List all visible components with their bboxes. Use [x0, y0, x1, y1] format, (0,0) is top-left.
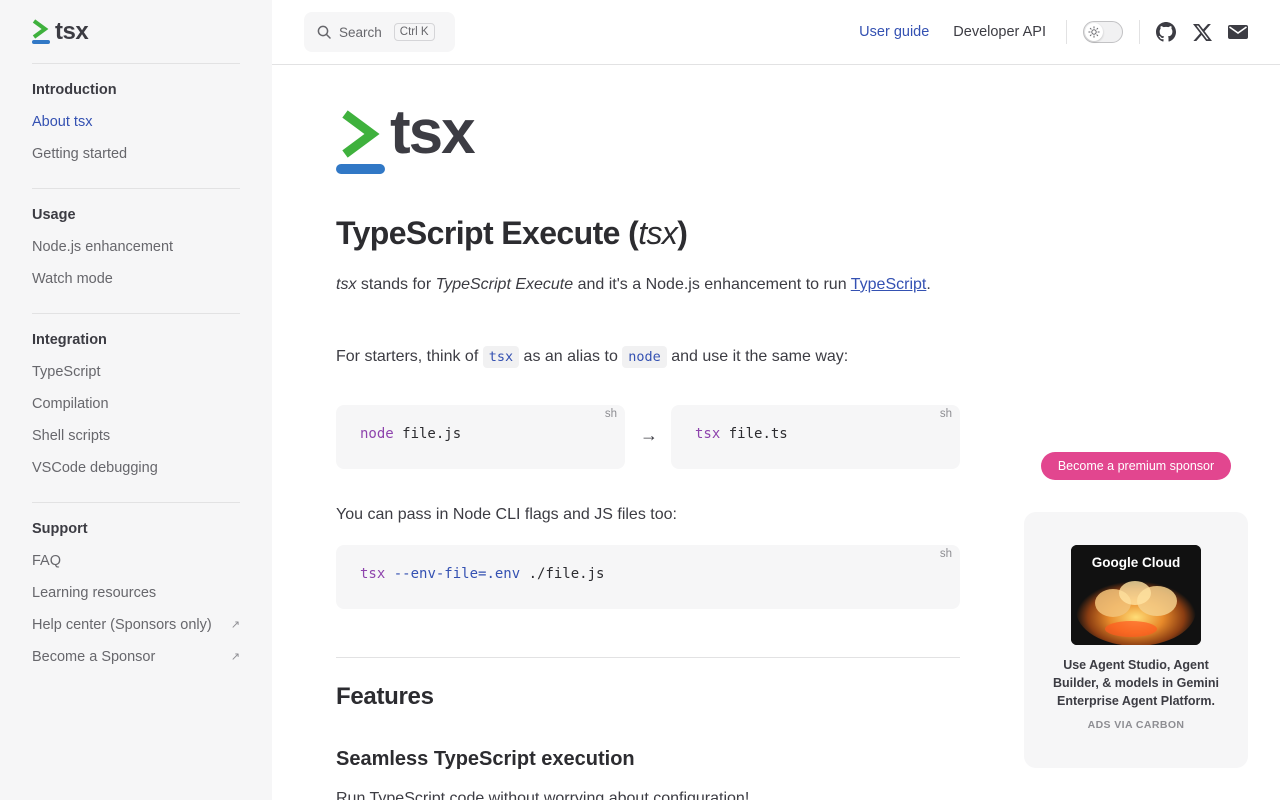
ad-image[interactable]: Google Cloud	[1071, 545, 1201, 645]
sidebar-item-faq[interactable]: FAQ	[32, 549, 240, 581]
nav-group-title: Usage	[32, 207, 76, 223]
typescript-link[interactable]: TypeScript	[851, 276, 927, 293]
inline-code-node: node	[622, 346, 667, 368]
code-block-node[interactable]: sh node file.js	[336, 405, 625, 469]
nav-developer-api[interactable]: Developer API	[953, 24, 1046, 40]
code-text: tsx --env-file=.env ./file.js	[360, 566, 605, 582]
search-button[interactable]: Search Ctrl K	[304, 12, 455, 52]
sidebar-item-shell-scripts[interactable]: Shell scripts	[32, 424, 240, 456]
sidebar-item-learning-resources[interactable]: Learning resources	[32, 581, 240, 613]
sidebar: tsx Introduction About tsx Getting start…	[0, 0, 272, 800]
search-icon	[317, 25, 331, 39]
nav-group-support: Support FAQ Learning resources Help cent…	[32, 503, 240, 691]
brand-wordmark: tsx	[55, 18, 89, 45]
search-shortcut: Ctrl K	[393, 23, 435, 41]
sidebar-nav: Introduction About tsx Getting started U…	[32, 64, 240, 691]
ad-brand: Google Cloud	[1091, 555, 1181, 570]
nav-group-title: Introduction	[32, 82, 117, 98]
code-lang-label: sh	[604, 408, 617, 420]
seamless-heading: Seamless TypeScript execution	[336, 748, 635, 770]
nav-group-usage: Usage Node.js enhancement Watch mode	[32, 189, 240, 314]
sidebar-item-watch-mode[interactable]: Watch mode	[32, 267, 240, 299]
nav-group-introduction: Introduction About tsx Getting started	[32, 64, 240, 189]
sun-icon	[1085, 23, 1103, 41]
alias-paragraph: For starters, think of tsx as an alias t…	[336, 343, 960, 371]
carbon-ad: Google Cloud Use Agent Studio, Agent Bui…	[1024, 512, 1248, 768]
sidebar-item-getting-started[interactable]: Getting started	[32, 142, 240, 174]
header-divider	[1066, 20, 1067, 44]
nav-user-guide[interactable]: User guide	[859, 24, 929, 40]
code-lang-label: sh	[939, 408, 952, 420]
premium-sponsor-button[interactable]: Become a premium sponsor	[1041, 452, 1231, 480]
header-divider	[1139, 20, 1140, 44]
sidebar-item-typescript[interactable]: TypeScript	[32, 360, 240, 392]
mail-icon[interactable]	[1227, 21, 1249, 43]
intro-paragraph: tsx stands for TypeScript Execute and it…	[336, 276, 931, 293]
theme-toggle[interactable]	[1083, 21, 1123, 43]
pass-flags-paragraph: You can pass in Node CLI flags and JS fi…	[336, 506, 677, 523]
sidebar-item-nodejs-enhancement[interactable]: Node.js enhancement	[32, 235, 240, 267]
features-heading: Features	[336, 683, 434, 710]
tsx-logo-icon	[336, 110, 385, 174]
code-text: node file.js	[360, 426, 462, 442]
sidebar-item-about-tsx[interactable]: About tsx	[32, 110, 240, 142]
section-divider	[336, 657, 960, 658]
sidebar-item-help-center[interactable]: Help center (Sponsors only) ↗	[32, 613, 240, 645]
code-block-tsx[interactable]: sh tsx file.ts	[671, 405, 960, 469]
nav-group-title: Integration	[32, 332, 107, 348]
hero-logo: tsx	[336, 102, 476, 174]
search-label: Search	[339, 24, 382, 40]
external-link-icon: ↗	[230, 651, 240, 663]
arrow-right-icon: →	[640, 425, 658, 445]
tsx-logo-icon	[32, 19, 50, 44]
github-icon[interactable]	[1155, 21, 1177, 43]
top-header: Search Ctrl K User guide Developer API	[272, 0, 1280, 65]
nav-group-integration: Integration TypeScript Compilation Shell…	[32, 314, 240, 503]
page-title: TypeScript Execute (tsx)	[336, 215, 688, 251]
x-icon[interactable]	[1191, 21, 1213, 43]
hero-wordmark: tsx	[390, 98, 476, 167]
external-link-icon: ↗	[230, 619, 240, 631]
sidebar-item-become-sponsor[interactable]: Become a Sponsor ↗	[32, 645, 240, 677]
seamless-paragraph: Run TypeScript code without worrying abo…	[336, 790, 750, 800]
sidebar-item-compilation[interactable]: Compilation	[32, 392, 240, 424]
nav-group-title: Support	[32, 521, 88, 537]
top-nav: User guide Developer API	[859, 0, 1046, 64]
code-block-flags[interactable]: sh tsx --env-file=.env ./file.js	[336, 545, 960, 609]
sidebar-item-vscode-debugging[interactable]: VSCode debugging	[32, 456, 240, 488]
inline-code-tsx: tsx	[482, 346, 520, 368]
ad-text[interactable]: Use Agent Studio, Agent Builder, & model…	[1040, 656, 1232, 710]
code-lang-label: sh	[939, 548, 952, 560]
brand-logo[interactable]: tsx	[32, 16, 89, 48]
code-text: tsx file.ts	[695, 426, 788, 442]
ads-via-carbon[interactable]: ADS VIA CARBON	[1024, 719, 1248, 731]
